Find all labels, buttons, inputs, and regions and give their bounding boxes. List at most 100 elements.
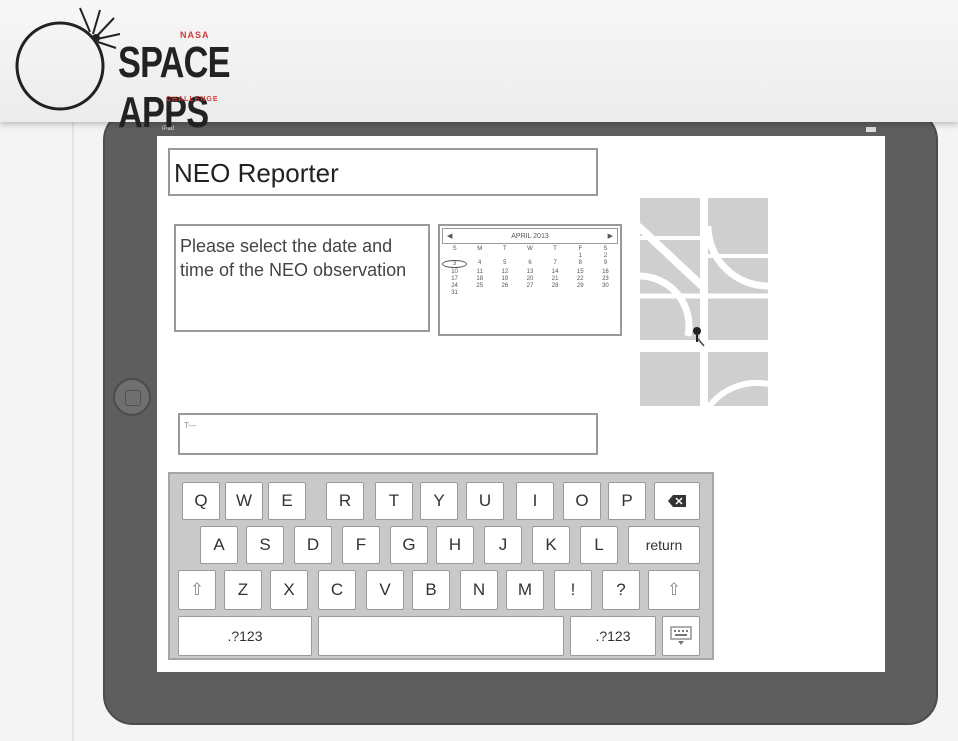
calendar-weekday: W [527, 246, 533, 252]
key-u[interactable]: U [466, 482, 504, 520]
date-picker[interactable]: ◀ APRIL 2013 ▶ S M T W T F S 1 2 3 4 5 6 7 8 9 10 11 12 13 1… [438, 224, 622, 336]
page-divider [72, 122, 74, 741]
calendar-day[interactable]: 7 [543, 260, 568, 268]
calendar-day[interactable]: 19 [492, 276, 517, 282]
backspace-key[interactable] [654, 482, 700, 520]
return-key[interactable]: return [628, 526, 700, 564]
calendar-day[interactable]: 21 [543, 276, 568, 282]
calendar-day[interactable]: 28 [543, 283, 568, 289]
calendar-day[interactable]: 14 [543, 269, 568, 275]
key-m[interactable]: M [506, 570, 544, 610]
next-month-icon[interactable]: ▶ [608, 232, 613, 240]
previous-month-icon[interactable]: ◀ [447, 232, 452, 240]
key-h[interactable]: H [436, 526, 474, 564]
app-title: NEO Reporter [168, 148, 598, 196]
key-r[interactable]: R [326, 482, 364, 520]
map-view[interactable] [635, 196, 770, 410]
key-g[interactable]: G [390, 526, 428, 564]
instruction-text: Please select the date and time of the N… [174, 224, 430, 332]
numbers-key-right[interactable]: .?123 [570, 616, 656, 656]
backspace-icon [668, 495, 686, 507]
key-v[interactable]: V [366, 570, 404, 610]
space-apps-logo[interactable]: NASA SPACE APPS CHALLENGE [10, 4, 310, 137]
on-screen-keyboard: Q W E R T Y U I O P A S D F G H J K L re… [168, 472, 714, 660]
calendar-day[interactable]: 29 [568, 283, 593, 289]
calendar-day[interactable]: 13 [517, 269, 542, 275]
calendar-empty-cell [467, 253, 492, 259]
calendar-day[interactable]: 4 [467, 260, 492, 268]
key-z[interactable]: Z [224, 570, 262, 610]
calendar-day[interactable]: 1 [568, 253, 593, 259]
calendar-day[interactable]: 10 [442, 269, 467, 275]
hide-keyboard-key[interactable] [662, 616, 700, 656]
calendar-header: ◀ APRIL 2013 ▶ [442, 228, 618, 244]
calendar-weekday: T [553, 246, 557, 252]
key-e[interactable]: E [268, 482, 306, 520]
key-i[interactable]: I [516, 482, 554, 520]
keyboard-hide-icon [670, 626, 692, 645]
calendar-day[interactable]: 12 [492, 269, 517, 275]
calendar-day[interactable]: 22 [568, 276, 593, 282]
calendar-weekday: S [452, 246, 457, 252]
shift-arrow-icon: ⇧ [666, 580, 682, 599]
calendar-weekday: S [603, 246, 608, 252]
key-c[interactable]: C [318, 570, 356, 610]
calendar-day[interactable]: 17 [442, 276, 467, 282]
key-f[interactable]: F [342, 526, 380, 564]
key-exclamation[interactable]: ! [554, 570, 592, 610]
calendar-day[interactable]: 18 [467, 276, 492, 282]
calendar-day[interactable]: 5 [492, 260, 517, 268]
calendar-weekday: F [578, 246, 583, 252]
right-shift-key[interactable]: ⇧ [648, 570, 700, 610]
site-header: NASA SPACE APPS CHALLENGE [0, 0, 958, 137]
calendar-day[interactable]: 15 [568, 269, 593, 275]
numbers-key-left[interactable]: .?123 [178, 616, 312, 656]
calendar-day[interactable]: 30 [593, 283, 618, 289]
text-input[interactable]: T--- [178, 413, 598, 455]
key-y[interactable]: Y [420, 482, 458, 520]
key-j[interactable]: J [484, 526, 522, 564]
calendar-empty-cell [492, 253, 517, 259]
calendar-day[interactable]: 20 [517, 276, 542, 282]
calendar-day[interactable]: 9 [593, 260, 618, 268]
key-t[interactable]: T [375, 482, 413, 520]
calendar-day[interactable]: 24 [442, 283, 467, 289]
key-b[interactable]: B [412, 570, 450, 610]
calendar-day[interactable]: 2 [593, 253, 618, 259]
calendar-day[interactable]: 25 [467, 283, 492, 289]
calendar-grid: S M T W T F S 1 2 3 4 5 6 7 8 9 10 11 12 13 14 15 16 17 18 19 20 21… [442, 246, 618, 296]
key-p[interactable]: P [608, 482, 646, 520]
key-l[interactable]: L [580, 526, 618, 564]
key-q[interactable]: Q [182, 482, 220, 520]
key-question[interactable]: ? [602, 570, 640, 610]
calendar-empty-cell [442, 253, 467, 259]
calendar-day[interactable]: 3 [442, 260, 468, 268]
calendar-empty-cell [517, 253, 542, 259]
key-o[interactable]: O [563, 482, 601, 520]
logo-title: SPACE APPS [118, 38, 231, 137]
key-k[interactable]: K [532, 526, 570, 564]
calendar-day[interactable]: 11 [467, 269, 492, 275]
key-d[interactable]: D [294, 526, 332, 564]
calendar-day[interactable]: 23 [593, 276, 618, 282]
calendar-day[interactable]: 6 [517, 260, 542, 268]
calendar-day[interactable]: 8 [568, 260, 593, 268]
key-s[interactable]: S [246, 526, 284, 564]
key-x[interactable]: X [270, 570, 308, 610]
calendar-month-label: APRIL 2013 [511, 232, 549, 240]
key-a[interactable]: A [200, 526, 238, 564]
calendar-weekday: M [477, 246, 483, 252]
calendar-day[interactable]: 27 [517, 283, 542, 289]
key-w[interactable]: W [225, 482, 263, 520]
space-bar[interactable] [318, 616, 564, 656]
left-shift-key[interactable]: ⇧ [178, 570, 216, 610]
calendar-day[interactable]: 16 [593, 269, 618, 275]
battery-icon [866, 127, 876, 132]
calendar-empty-cell [543, 253, 568, 259]
key-n[interactable]: N [460, 570, 498, 610]
home-button[interactable] [113, 378, 151, 416]
logo-challenge-text: CHALLENGE [166, 96, 219, 103]
calendar-day[interactable]: 31 [442, 290, 467, 296]
shift-arrow-icon: ⇧ [189, 580, 205, 599]
calendar-day[interactable]: 26 [492, 283, 517, 289]
